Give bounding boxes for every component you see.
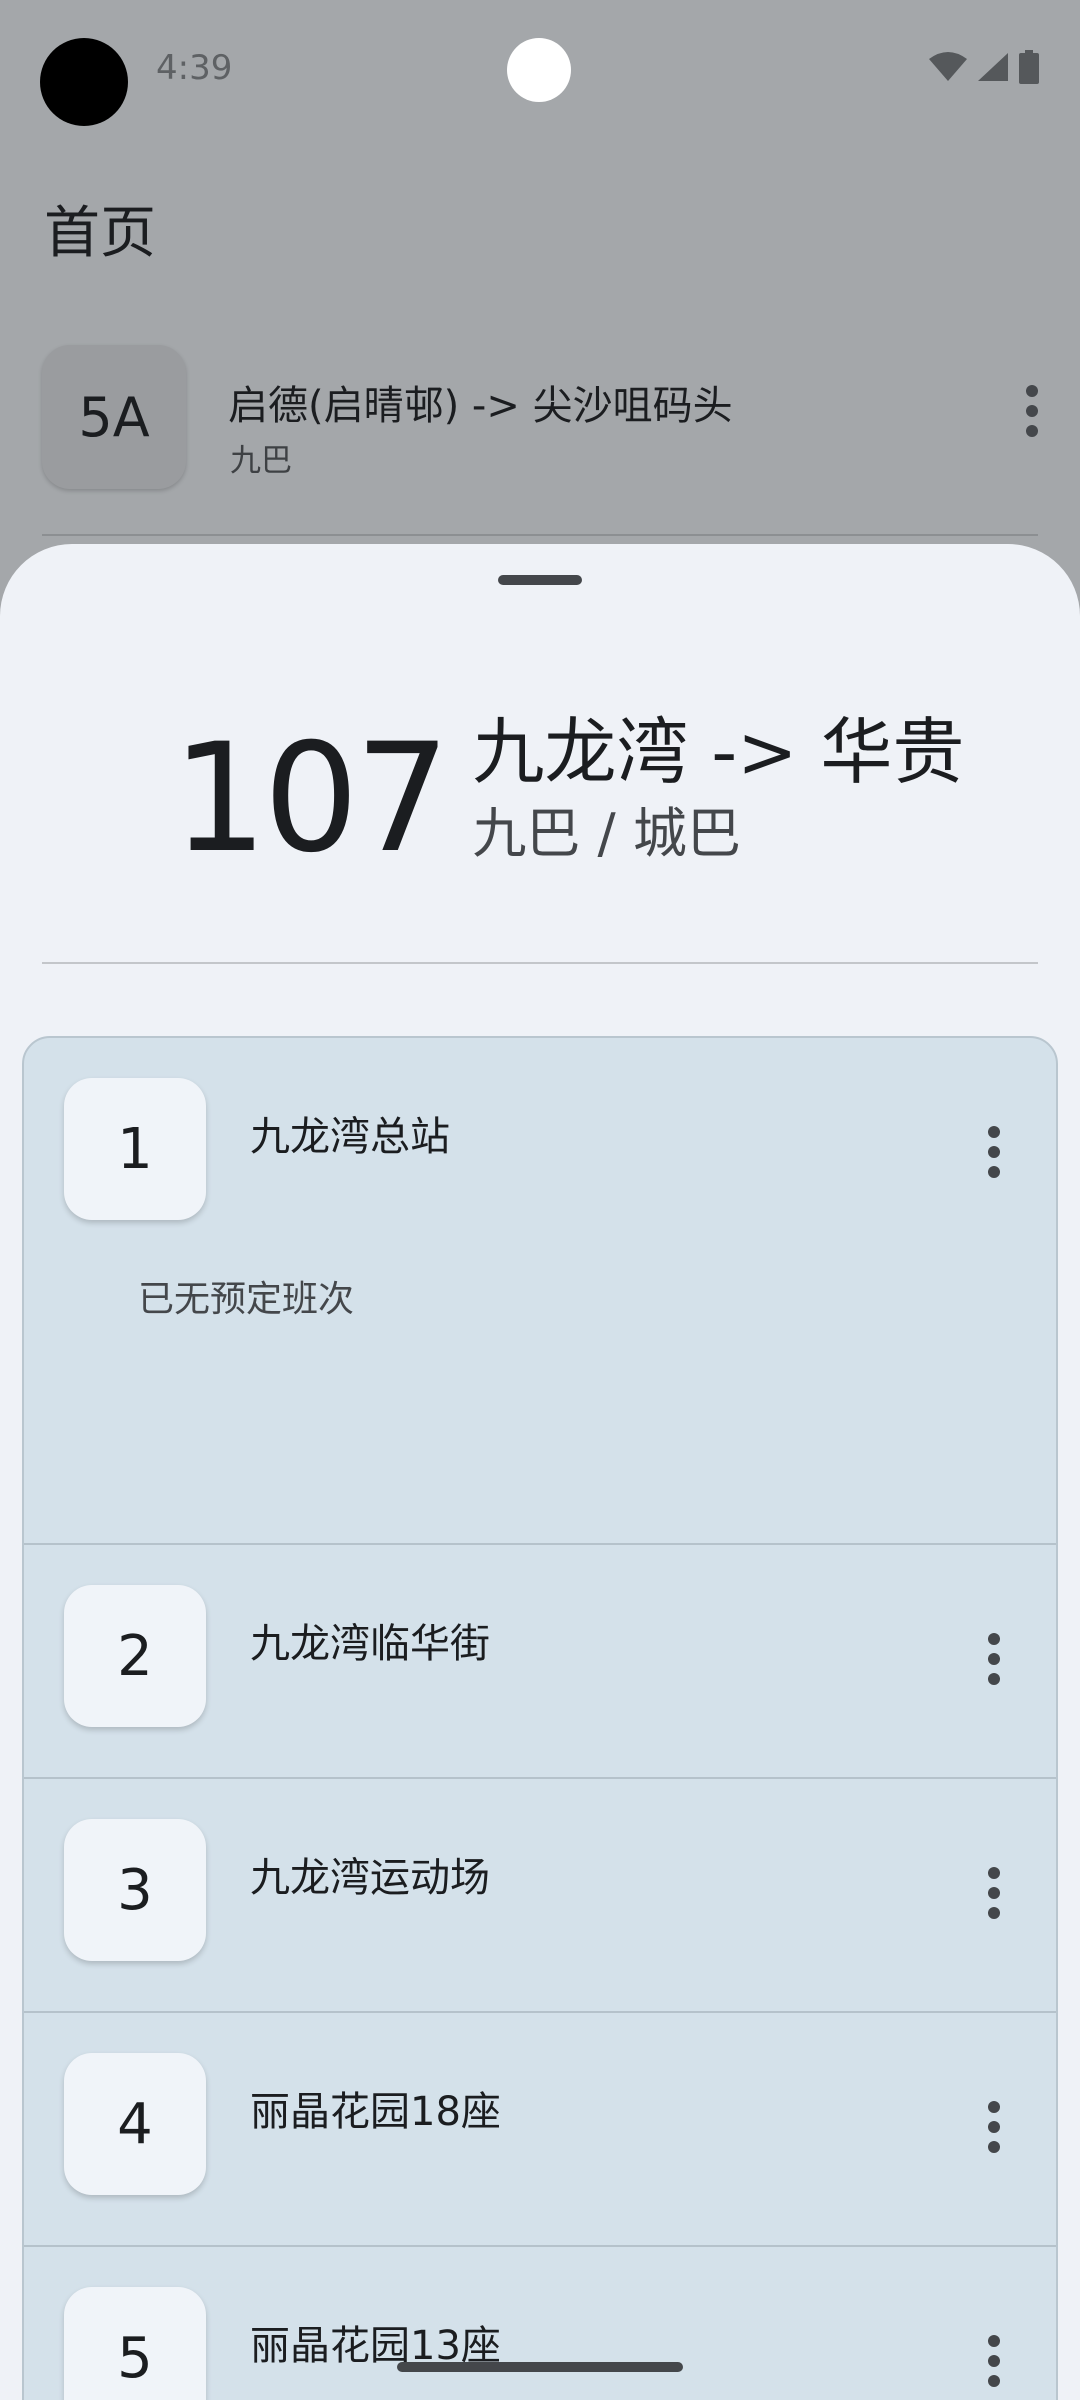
route-list-item[interactable]: 5A 启德(启晴邨) -> 尖沙咀码头 九巴 xyxy=(0,345,1080,535)
route-companies: 九巴 / 城巴 xyxy=(472,802,741,865)
stop-item[interactable]: 1 九龙湾总站 已无预定班次 xyxy=(24,1038,1056,1545)
more-vert-icon xyxy=(988,1633,1002,1685)
stop-sequence-badge: 5 xyxy=(64,2287,206,2400)
stop-item[interactable]: 3 九龙湾运动场 xyxy=(24,1779,1056,2013)
sheet-drag-handle[interactable] xyxy=(498,575,582,585)
route-number: 107 xyxy=(172,712,450,886)
more-vert-icon xyxy=(988,1126,1002,1178)
punch-hole-indicator xyxy=(507,38,571,102)
status-time: 4:39 xyxy=(156,48,233,88)
route-header: 107 九龙湾 -> 华贵 九巴 / 城巴 xyxy=(172,704,964,874)
stop-name: 九龙湾总站 xyxy=(250,1114,450,1160)
stop-item[interactable]: 2 九龙湾临华街 xyxy=(24,1545,1056,1779)
stop-name: 九龙湾临华街 xyxy=(250,1621,490,1667)
stop-sequence-badge: 2 xyxy=(64,1585,206,1727)
front-camera-cutout xyxy=(40,38,128,126)
battery-icon xyxy=(1019,50,1039,84)
route-detail-sheet: 107 九龙湾 -> 华贵 九巴 / 城巴 1 九龙湾总站 已无预定班次 2 九… xyxy=(0,544,1080,2400)
more-vert-icon xyxy=(988,2101,1002,2153)
route-more-button[interactable] xyxy=(1026,385,1040,437)
more-vert-icon xyxy=(988,1867,1002,1919)
stop-more-button[interactable] xyxy=(988,1126,1002,1178)
more-vert-icon xyxy=(1026,385,1040,437)
signal-icon xyxy=(978,53,1008,81)
stop-sequence-badge: 3 xyxy=(64,1819,206,1961)
stop-name: 九龙湾运动场 xyxy=(250,1855,490,1901)
status-icons xyxy=(928,50,1040,84)
route-title: 启德(启晴邨) -> 尖沙咀码头 xyxy=(228,383,733,429)
stop-item[interactable]: 4 丽晶花园18座 xyxy=(24,2013,1056,2247)
stop-name: 丽晶花园18座 xyxy=(250,2089,501,2135)
route-operator: 九巴 xyxy=(230,443,292,479)
status-bar: 4:39 xyxy=(0,0,1080,140)
stops-list: 1 九龙湾总站 已无预定班次 2 九龙湾临华街 3 九龙湾运动场 4 丽晶花园1… xyxy=(22,1036,1058,2400)
wifi-icon xyxy=(929,52,967,81)
route-number-badge: 5A xyxy=(42,345,186,489)
gesture-navigation-bar[interactable] xyxy=(397,2362,683,2372)
stop-sequence-badge: 1 xyxy=(64,1078,206,1220)
stop-sequence-badge: 4 xyxy=(64,2053,206,2195)
more-vert-icon xyxy=(988,2335,1002,2387)
route-direction: 九龙湾 -> 华贵 xyxy=(472,710,965,794)
stop-eta-status: 已无预定班次 xyxy=(138,1279,355,1320)
stop-more-button[interactable] xyxy=(988,2335,1002,2387)
stop-more-button[interactable] xyxy=(988,1867,1002,1919)
page-title: 首页 xyxy=(44,201,156,266)
stop-more-button[interactable] xyxy=(988,2101,1002,2153)
list-divider xyxy=(42,534,1038,536)
stop-item[interactable]: 5 丽晶花园13座 xyxy=(24,2247,1056,2400)
route-info: 九龙湾 -> 华贵 九巴 / 城巴 xyxy=(472,704,964,868)
header-divider xyxy=(42,962,1038,964)
stop-more-button[interactable] xyxy=(988,1633,1002,1685)
